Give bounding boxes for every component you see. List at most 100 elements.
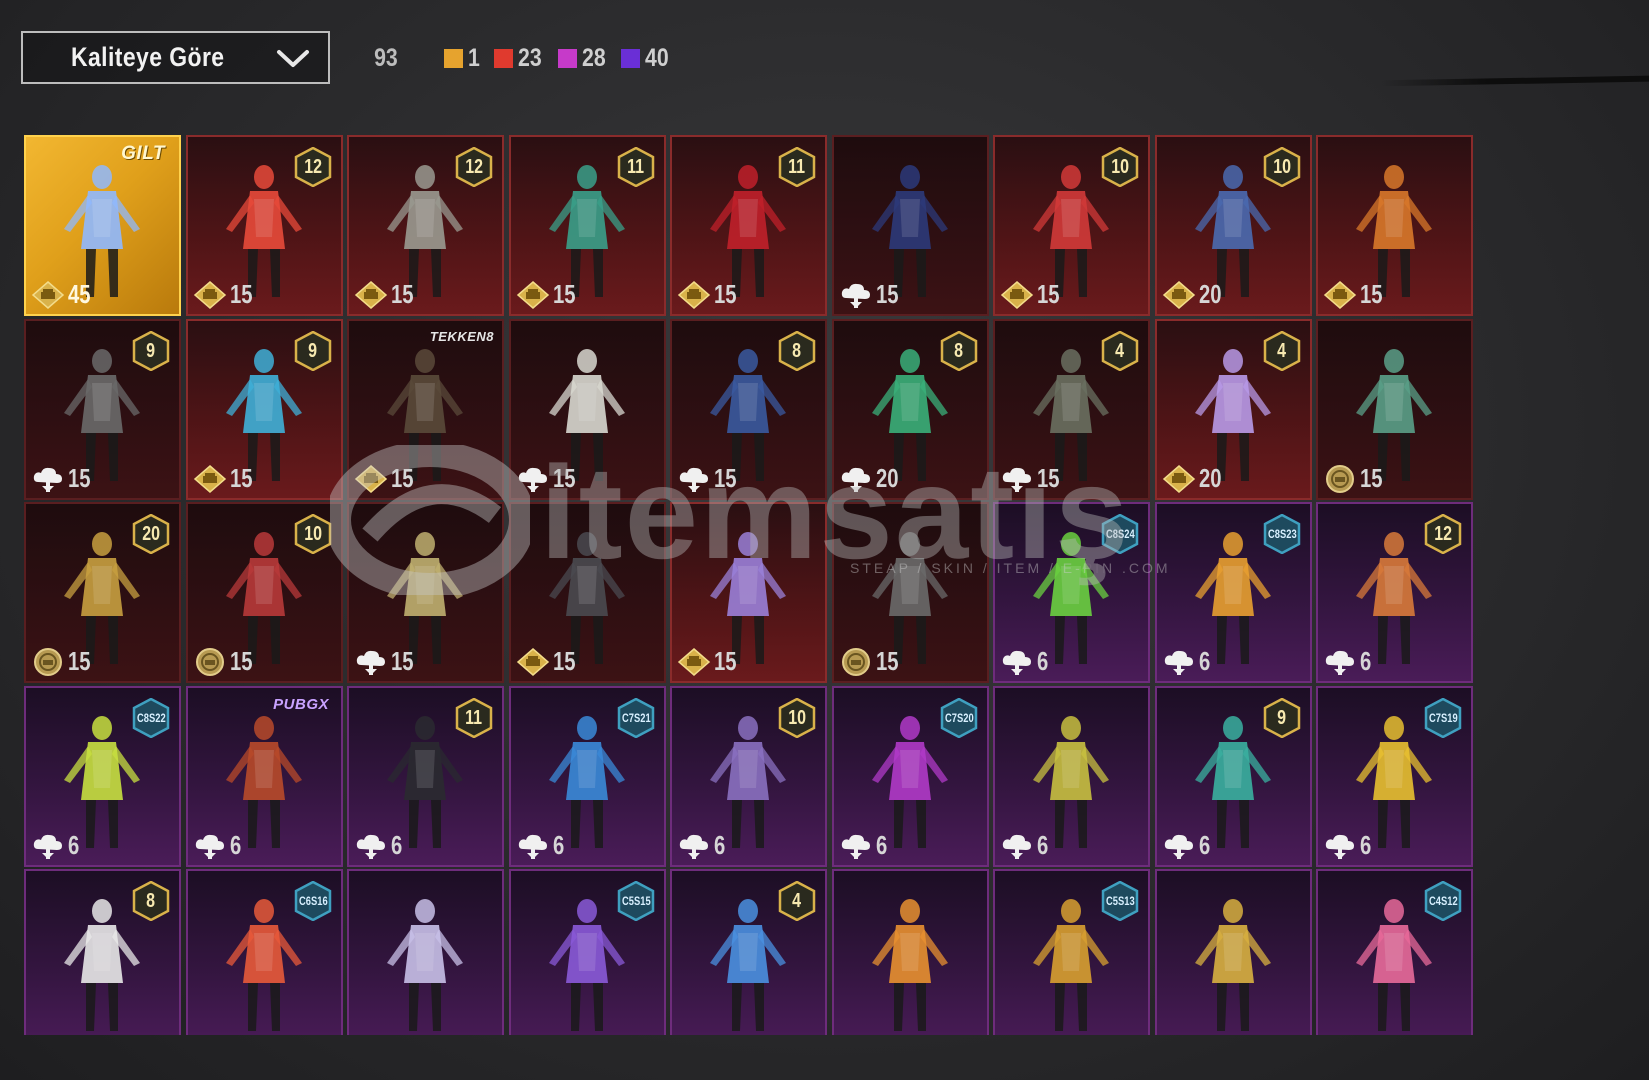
outfit-tile[interactable]: C8S22 6 [24, 686, 181, 867]
gold-coupon-icon [516, 647, 550, 676]
outfit-tile[interactable]: 4 [670, 869, 827, 1035]
outfit-tile[interactable] [832, 869, 989, 1035]
outfit-tile[interactable]: 9 15 [24, 319, 181, 500]
item-cost: 15 [192, 279, 259, 310]
cost-value: 15 [714, 646, 737, 676]
item-cost: 15 [676, 646, 743, 677]
brand-logo: PUBGX [273, 696, 329, 713]
item-cost: 6 [353, 830, 405, 861]
outfit-tile[interactable]: 10 6 [670, 686, 827, 867]
outfit-tile[interactable]: 10 15 [186, 502, 343, 683]
level-badge: 9 [294, 331, 332, 371]
silver-coin-icon [34, 647, 62, 676]
outfit-tile[interactable]: C7S19 6 [1316, 686, 1473, 867]
gold-coupon-icon [1162, 464, 1196, 493]
season-badge: C6S16 [294, 881, 332, 921]
item-cost: 6 [838, 830, 890, 861]
season-badge: C8S22 [132, 698, 170, 738]
outfit-tile[interactable] [1155, 869, 1312, 1035]
gold-coupon-icon [31, 280, 65, 309]
cost-value: 6 [68, 830, 80, 860]
outfit-tile[interactable]: C8S23 6 [1155, 502, 1312, 683]
outfit-tile[interactable]: 15 [832, 502, 989, 683]
outfit-tile[interactable]: 15 [509, 319, 666, 500]
level-badge: 4 [1263, 331, 1301, 371]
cloud-coupon-icon [1325, 834, 1354, 859]
outfit-tile[interactable]: 8 15 [670, 319, 827, 500]
outfit-tile[interactable]: 11 15 [509, 135, 666, 316]
outfit-tile[interactable]: 9 6 [1155, 686, 1312, 867]
outfit-tile[interactable]: 15 [670, 502, 827, 683]
season-badge: C8S24 [1101, 514, 1139, 554]
cost-value: 6 [1360, 830, 1372, 860]
tier-count-mythic: 23 [493, 44, 546, 73]
total-count: 93 [374, 43, 398, 72]
outfit-tile[interactable]: 12 15 [186, 135, 343, 316]
outfit-tile[interactable]: 10 20 [1155, 135, 1312, 316]
outfit-tile[interactable]: C5S13 [993, 869, 1150, 1035]
sort-dropdown-label: Kaliteye Göre [71, 42, 225, 72]
silver-coin-icon [1326, 464, 1354, 493]
outfit-tile[interactable]: C7S21 6 [509, 686, 666, 867]
season-badge: C4S12 [1424, 881, 1462, 921]
item-cost: 20 [838, 463, 905, 494]
cost-value: 15 [230, 279, 253, 309]
level-badge: 12 [1424, 514, 1462, 554]
outfit-tile[interactable]: 4 20 [1155, 319, 1312, 500]
season-badge: C7S20 [940, 698, 978, 738]
cloud-coupon-icon [1002, 650, 1031, 675]
level-badge: 9 [132, 331, 170, 371]
outfit-tile[interactable]: 4 15 [993, 319, 1150, 500]
outfit-tile[interactable]: 12 15 [347, 135, 504, 316]
level-badge: 20 [132, 514, 170, 554]
season-badge: C7S21 [617, 698, 655, 738]
outfit-tile[interactable]: 11 15 [670, 135, 827, 316]
outfit-tile[interactable]: C8S24 6 [993, 502, 1150, 683]
outfit-tile[interactable]: 9 15 [186, 319, 343, 500]
outfit-tile[interactable]: 8 20 [832, 319, 989, 500]
season-badge: C5S13 [1101, 881, 1139, 921]
outfit-tile[interactable]: C5S15 [509, 869, 666, 1035]
level-badge: 4 [1101, 331, 1139, 371]
chevron-down-icon [277, 50, 309, 67]
outfit-tile[interactable]: 20 15 [24, 502, 181, 683]
cloud-coupon-icon [518, 467, 547, 492]
item-cost: 45 [30, 279, 97, 310]
outfit-tile[interactable]: 6 [993, 686, 1150, 867]
outfit-tile[interactable]: C4S12 [1316, 869, 1473, 1035]
cost-value: 15 [553, 646, 576, 676]
outfit-tile[interactable]: 15 [832, 135, 989, 316]
outfit-tile[interactable]: 11 6 [347, 686, 504, 867]
outfit-tile[interactable]: 15 [347, 502, 504, 683]
tier-count-epic: 28 [557, 44, 610, 73]
outfit-tile[interactable]: C7S20 6 [832, 686, 989, 867]
cost-value: 15 [68, 463, 91, 493]
cost-value: 15 [1037, 463, 1060, 493]
outfit-tile[interactable]: 10 15 [993, 135, 1150, 316]
outfit-tile[interactable]: GILT 45 [24, 135, 181, 316]
outfit-tile[interactable]: TEKKEN8 15 [347, 319, 504, 500]
item-cost: 15 [838, 279, 905, 310]
outfit-tile[interactable]: 12 6 [1316, 502, 1473, 683]
outfit-figure [387, 899, 463, 1031]
outfit-tile[interactable]: PUBGX 6 [186, 686, 343, 867]
sort-dropdown[interactable]: Kaliteye Göre [21, 31, 330, 84]
cloud-coupon-icon [33, 467, 62, 492]
tier-count-rare: 40 [621, 44, 673, 73]
outfit-tile[interactable]: 15 [1316, 319, 1473, 500]
outfit-tile[interactable] [347, 869, 504, 1035]
cost-value: 6 [553, 830, 565, 860]
cost-value: 6 [230, 830, 242, 860]
outfit-tile[interactable]: C6S16 [186, 869, 343, 1035]
level-badge: 10 [1263, 147, 1301, 187]
cost-value: 15 [230, 646, 253, 676]
item-cost: 15 [838, 646, 905, 677]
outfit-tile[interactable]: 8 [24, 869, 181, 1035]
item-cost: 6 [1161, 830, 1213, 861]
item-cost: 15 [353, 463, 420, 494]
outfit-tile[interactable]: 15 [509, 502, 666, 683]
outfit-tile[interactable]: 15 [1316, 135, 1473, 316]
item-cost: 6 [515, 830, 567, 861]
gold-coupon-icon [193, 464, 227, 493]
level-badge: 10 [294, 514, 332, 554]
